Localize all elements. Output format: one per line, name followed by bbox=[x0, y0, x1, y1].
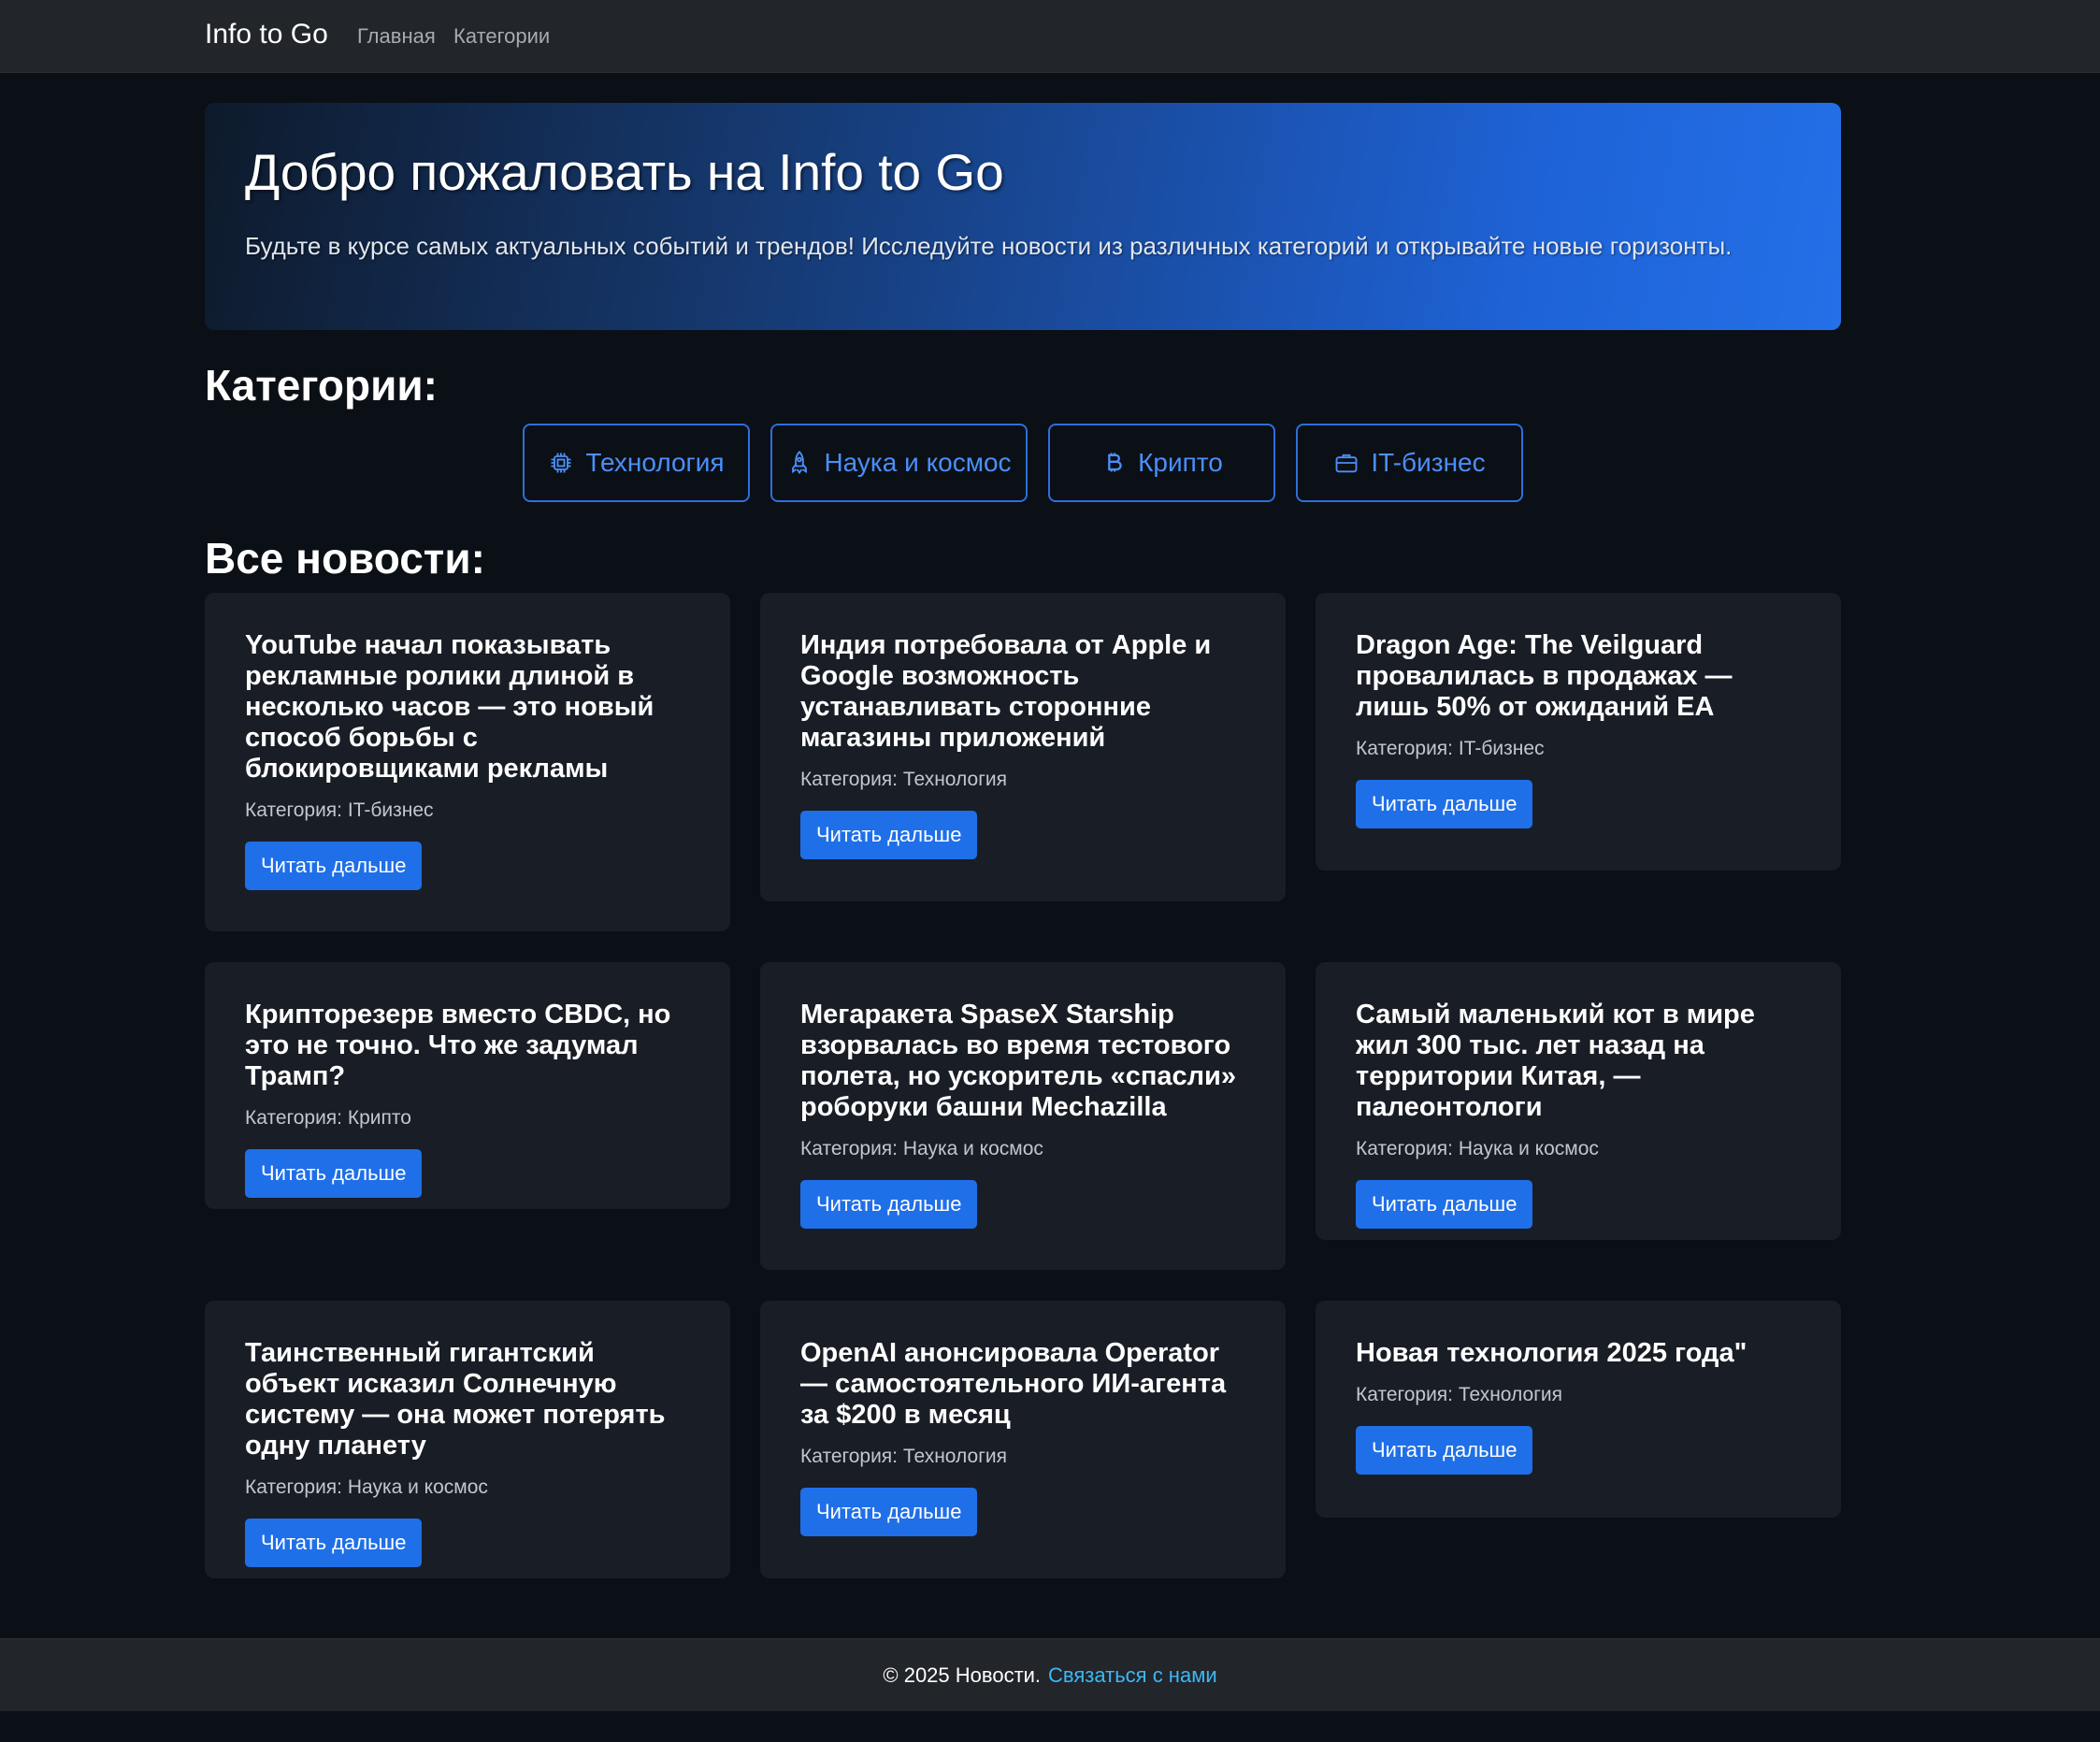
news-card-title: Таинственный гигантский объект исказил С… bbox=[245, 1338, 666, 1461]
category-button-label: IT-бизнес bbox=[1371, 448, 1486, 477]
news-card-category: Категория: Наука и космос bbox=[800, 1138, 1043, 1159]
news-card: Таинственный гигантский объект исказил С… bbox=[205, 1301, 730, 1578]
news-card-category: Категория: Наука и космос bbox=[245, 1476, 488, 1498]
news-card-category: Категория: IT-бизнес bbox=[245, 799, 434, 821]
read-more-button[interactable]: Читать дальше bbox=[245, 1519, 423, 1567]
hero-banner: Добро пожаловать на Info to Go Будьте в … bbox=[205, 103, 1841, 330]
news-heading: Все новости: bbox=[205, 534, 485, 583]
footer-copyright: © 2025 Новости. bbox=[883, 1663, 1042, 1687]
navbar: Info to Go Главная Категории bbox=[0, 0, 2100, 73]
read-more-button[interactable]: Читать дальше bbox=[800, 1180, 978, 1229]
read-more-button[interactable]: Читать дальше bbox=[245, 842, 423, 890]
news-card: YouTube начал показывать рекламные ролик… bbox=[205, 593, 730, 931]
hero-title: Добро пожаловать на Info to Go bbox=[245, 143, 1004, 201]
news-card-category: Категория: IT-бизнес bbox=[1356, 738, 1545, 759]
category-button-technology[interactable]: Технология bbox=[523, 424, 750, 502]
category-button-it-business[interactable]: IT-бизнес bbox=[1296, 424, 1523, 502]
news-card-category: Категория: Технология bbox=[800, 769, 1007, 790]
footer-contact-link[interactable]: Связаться с нами bbox=[1048, 1663, 1217, 1688]
read-more-button[interactable]: Читать дальше bbox=[245, 1149, 423, 1198]
news-card: OpenAI анонсировала Operator — самостоят… bbox=[760, 1301, 1286, 1578]
news-card: Dragon Age: The Veilguard провалилась в … bbox=[1316, 593, 1841, 871]
category-button-label: Крипто bbox=[1138, 448, 1223, 477]
news-card: Мегаракета SpaseX Starship взорвалась во… bbox=[760, 962, 1286, 1270]
read-more-button[interactable]: Читать дальше bbox=[1356, 1180, 1533, 1229]
news-card-category: Категория: Технология bbox=[800, 1446, 1007, 1467]
hero-subtitle: Будьте в курсе самых актуальных событий … bbox=[245, 232, 1733, 260]
rocket-icon bbox=[792, 451, 808, 475]
footer: © 2025 Новости. Связаться с нами bbox=[0, 1638, 2100, 1711]
categories-heading: Категории: bbox=[205, 361, 438, 410]
read-more-button[interactable]: Читать дальше bbox=[1356, 780, 1533, 828]
cpu-icon bbox=[551, 453, 571, 473]
category-button-science[interactable]: Наука и космос bbox=[770, 424, 1028, 502]
news-card: Индия потребовала от Apple и Google возм… bbox=[760, 593, 1286, 901]
nav-link-categories[interactable]: Категории bbox=[453, 24, 550, 49]
news-card-title: Мегаракета SpaseX Starship взорвалась во… bbox=[800, 1000, 1236, 1122]
category-button-crypto[interactable]: Крипто bbox=[1048, 424, 1275, 502]
news-card-title: OpenAI анонсировала Operator — самостоят… bbox=[800, 1338, 1227, 1430]
news-card-title: YouTube начал показывать рекламные ролик… bbox=[245, 630, 654, 784]
news-card-category: Категория: Технология bbox=[1356, 1384, 1562, 1405]
news-card-title: Индия потребовала от Apple и Google возм… bbox=[800, 630, 1212, 753]
read-more-button[interactable]: Читать дальше bbox=[800, 811, 978, 859]
nav-link-home[interactable]: Главная bbox=[357, 24, 436, 49]
news-card-category: Категория: Крипто bbox=[245, 1107, 411, 1129]
read-more-button[interactable]: Читать дальше bbox=[1356, 1426, 1533, 1475]
news-card-title: Крипторезерв вместо CBDC, но это не точн… bbox=[245, 1000, 671, 1091]
bitcoin-icon bbox=[1108, 453, 1122, 472]
news-card-title: Dragon Age: The Veilguard провалилась в … bbox=[1356, 630, 1733, 722]
briefcase-icon bbox=[1335, 453, 1358, 473]
category-button-label: Наука и космос bbox=[824, 448, 1012, 477]
news-card: Крипторезерв вместо CBDC, но это не точн… bbox=[205, 962, 730, 1209]
news-card-title: Самый маленький кот в мире жил 300 тыс. … bbox=[1356, 1000, 1755, 1122]
news-card-category: Категория: Наука и космос bbox=[1356, 1138, 1599, 1159]
category-button-label: Технология bbox=[585, 448, 725, 477]
news-card: Самый маленький кот в мире жил 300 тыс. … bbox=[1316, 962, 1841, 1240]
news-card: Новая технология 2025 года" Категория: Т… bbox=[1316, 1301, 1841, 1518]
read-more-button[interactable]: Читать дальше bbox=[800, 1488, 978, 1536]
news-card-title: Новая технология 2025 года" bbox=[1356, 1338, 1748, 1368]
brand-logo[interactable]: Info to Go bbox=[205, 19, 328, 50]
